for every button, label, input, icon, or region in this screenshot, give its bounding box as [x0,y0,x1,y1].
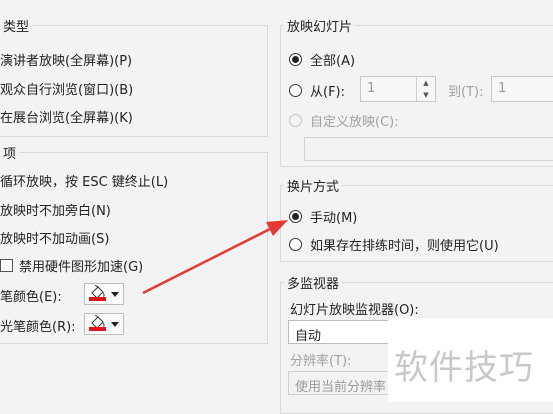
laser-color-picker[interactable] [84,313,124,335]
from-slide-spinner[interactable]: 1 ▲ ▼ [360,76,436,102]
manual-advance-option[interactable]: 手动(M) [289,207,357,226]
custom-show-option[interactable]: 自定义放映(C): [289,111,399,130]
use-timings-option[interactable]: 如果存在排练时间，则使用它(U) [289,235,499,254]
show-options-legend: 项 [0,143,20,162]
multiple-monitors-legend: 多监视器 [284,273,343,292]
from-slides-radio[interactable] [289,84,302,97]
no-narration-checkbox[interactable]: 放映时不加旁白(N) [0,200,111,219]
all-slides-radio[interactable] [289,53,302,66]
loop-continuously-checkbox[interactable]: 循环放映，按 ESC 键终止(L) [0,171,168,190]
resolution-value: 使用当前分辨率 [295,380,387,395]
resolution-label-row: 分辨率(T): [290,350,351,369]
laser-color-row: 光笔颜色(R): [0,316,76,335]
resolution-label: 分辨率(T): [290,354,352,369]
monitor-value: 自动 [295,329,322,344]
disable-hw-acceleration-checkbox[interactable]: 禁用硬件图形加速(G) [0,256,143,275]
to-label: 到(T): [448,85,484,100]
chevron-down-icon [111,292,119,297]
custom-show-label: 自定义放映(C): [310,115,399,130]
pen-color-swatch [89,297,106,301]
no-animation-checkbox[interactable]: 放映时不加动画(S) [0,228,109,247]
to-slide-value: 1 [498,81,507,96]
no-narration-label: 放映时不加旁白(N) [0,204,111,219]
watermark-text: 软件技巧 [394,348,534,388]
to-slide-spinner[interactable]: 1 [491,76,553,102]
disable-hw-acceleration-label: 禁用硬件图形加速(G) [19,260,144,275]
custom-show-radio[interactable] [289,114,302,127]
use-timings-radio[interactable] [289,238,302,251]
browsed-at-kiosk-option[interactable]: 在展台浏览(全屏幕)(K) [0,107,133,126]
from-slides-option[interactable]: 从(F): [289,81,345,100]
spinner-arrows[interactable]: ▲ ▼ [416,77,435,101]
watermark: 软件技巧 [388,318,553,402]
pen-color-row: 笔颜色(E): [0,286,62,305]
from-label: 从(F): [310,85,346,100]
no-animation-label: 放映时不加动画(S) [0,232,110,247]
manual-advance-radio[interactable] [289,210,302,223]
laser-color-swatch [89,327,106,331]
monitor-label: 幻灯片放映监视器(O): [290,303,419,318]
pen-color-picker[interactable] [84,283,124,305]
browsed-by-individual-option[interactable]: 观众自行浏览(窗口)(B) [0,79,133,98]
from-slide-value: 1 [367,81,376,96]
browsed-by-individual-label: 观众自行浏览(窗口)(B) [0,83,134,98]
disable-hw-acceleration-box[interactable] [0,259,13,272]
presenter-full-screen-option[interactable]: 演讲者放映(全屏幕)(P) [0,50,132,69]
laser-color-label: 光笔颜色(R): [0,320,76,335]
presenter-full-screen-label: 演讲者放映(全屏幕)(P) [0,54,133,69]
chevron-down-icon [111,322,119,327]
custom-show-dropdown[interactable] [304,137,553,161]
browsed-at-kiosk-label: 在展台浏览(全屏幕)(K) [0,111,133,126]
monitor-label-row: 幻灯片放映监视器(O): [290,299,419,318]
show-slides-legend: 放映幻灯片 [284,16,356,35]
to-label-row: 到(T): [448,81,483,100]
spin-up-icon[interactable]: ▲ [417,77,435,89]
manual-advance-label: 手动(M) [310,211,358,226]
use-timings-label: 如果存在排练时间，则使用它(U) [310,239,499,254]
show-type-legend: 类型 [0,16,33,35]
all-slides-option[interactable]: 全部(A) [289,50,355,69]
loop-continuously-label: 循环放映，按 ESC 键终止(L) [0,175,169,190]
spin-down-icon[interactable]: ▼ [417,89,435,101]
all-slides-label: 全部(A) [310,54,356,69]
pen-color-label: 笔颜色(E): [0,290,62,305]
advance-slides-legend: 换片方式 [284,176,343,195]
